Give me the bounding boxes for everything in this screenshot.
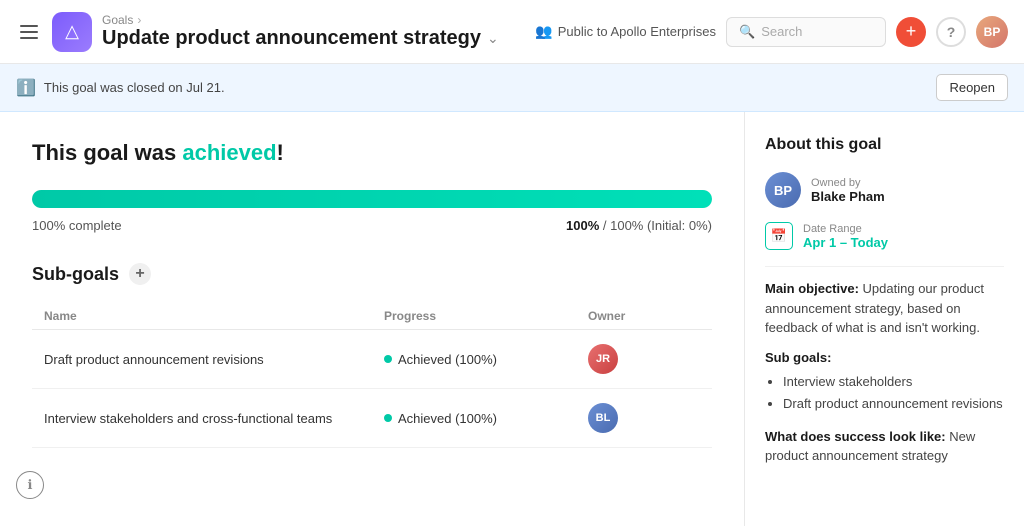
breadcrumb-area: Goals › Update product announcement stra… — [102, 13, 499, 50]
calendar-icon: 📅 — [765, 222, 793, 250]
help-button[interactable]: ? — [936, 17, 966, 47]
breadcrumb-arrow: › — [137, 13, 141, 27]
achieved-word: achieved — [182, 140, 276, 165]
sidebar: About this goal BP Owned by Blake Pham 📅… — [744, 112, 1024, 526]
info-circle-button[interactable]: ℹ — [16, 471, 44, 499]
content-area: This goal was achieved! 100% complete 10… — [0, 112, 744, 526]
subgoal-name: Draft product announcement revisions — [32, 330, 372, 389]
info-icon: ℹ️ — [16, 78, 36, 98]
app-icon: △ — [52, 12, 92, 52]
achieved-dot — [384, 355, 392, 363]
main-layout: This goal was achieved! 100% complete 10… — [0, 112, 1024, 526]
sub-goals-label: Sub goals: — [765, 350, 1004, 365]
header-left: △ Goals › Update product announcement st… — [16, 12, 523, 52]
owner-avatar-large: BP — [765, 172, 801, 208]
table-row: Interview stakeholders and cross-functio… — [32, 389, 712, 448]
achieved-dot — [384, 414, 392, 422]
progress-stats: 100% complete 100% / 100% (Initial: 0%) — [32, 218, 712, 233]
subgoals-title: Sub-goals — [32, 264, 119, 285]
list-item: Draft product announcement revisions — [783, 393, 1004, 415]
visibility-label: Public to Apollo Enterprises — [558, 24, 716, 39]
sidebar-title: About this goal — [765, 136, 1004, 154]
page-title-row: Update product announcement strategy ⌄ — [102, 27, 499, 50]
date-range-info: Date Range Apr 1 – Today — [803, 223, 888, 250]
goal-status-title: This goal was achieved! — [32, 140, 712, 166]
notification-text: ℹ️ This goal was closed on Jul 21. — [16, 78, 225, 98]
search-placeholder: Search — [761, 24, 802, 39]
visibility-badge: 👥 Public to Apollo Enterprises — [535, 23, 716, 40]
search-icon: 🔍 — [739, 24, 755, 40]
reopen-button[interactable]: Reopen — [936, 74, 1008, 101]
owner-name: Blake Pham — [811, 189, 885, 204]
breadcrumb-label[interactable]: Goals — [102, 13, 133, 27]
date-range-row: 📅 Date Range Apr 1 – Today — [765, 222, 1004, 250]
date-value: Apr 1 – Today — [803, 235, 888, 250]
avatar[interactable]: BP — [976, 16, 1008, 48]
add-button[interactable]: + — [896, 17, 926, 47]
col-name: Name — [32, 303, 372, 330]
add-subgoal-button[interactable]: + — [129, 263, 151, 285]
subgoal-name: Interview stakeholders and cross-functio… — [32, 389, 372, 448]
main-objective: Main objective: Updating our product ann… — [765, 279, 1004, 338]
col-owner: Owner — [576, 303, 712, 330]
breadcrumb: Goals › — [102, 13, 499, 27]
subgoal-progress: Achieved (100%) — [384, 352, 564, 367]
table-row: Draft product announcement revisions Ach… — [32, 330, 712, 389]
owner-label: Owned by — [811, 177, 885, 189]
sidebar-owner-row: BP Owned by Blake Pham — [765, 172, 1004, 208]
sidebar-divider — [765, 266, 1004, 267]
page-title: Update product announcement strategy — [102, 27, 481, 50]
progress-bar-fill — [32, 190, 712, 208]
header-right: 👥 Public to Apollo Enterprises 🔍 Search … — [535, 16, 1008, 48]
subgoals-header: Sub-goals + — [32, 263, 712, 285]
subgoal-owner-avatar: JR — [588, 344, 618, 374]
search-bar[interactable]: 🔍 Search — [726, 17, 886, 47]
progress-bar-container — [32, 190, 712, 208]
notification-bar: ℹ️ This goal was closed on Jul 21. Reope… — [0, 64, 1024, 112]
owner-info: Owned by Blake Pham — [811, 177, 885, 204]
header: △ Goals › Update product announcement st… — [0, 0, 1024, 64]
success-description: What does success look like: New product… — [765, 427, 1004, 466]
sub-goals-list: Interview stakeholdersDraft product anno… — [765, 371, 1004, 415]
progress-label-left: 100% complete — [32, 218, 122, 233]
col-progress: Progress — [372, 303, 576, 330]
chevron-down-icon[interactable]: ⌄ — [487, 30, 499, 47]
subgoal-progress: Achieved (100%) — [384, 411, 564, 426]
progress-label-right: 100% / 100% (Initial: 0%) — [566, 218, 712, 233]
date-label: Date Range — [803, 223, 888, 235]
people-icon: 👥 — [535, 23, 552, 40]
subgoals-table: Name Progress Owner Draft product announ… — [32, 303, 712, 448]
menu-icon[interactable] — [16, 21, 42, 43]
subgoal-owner-avatar: BL — [588, 403, 618, 433]
list-item: Interview stakeholders — [783, 371, 1004, 393]
notification-message: This goal was closed on Jul 21. — [44, 80, 225, 95]
